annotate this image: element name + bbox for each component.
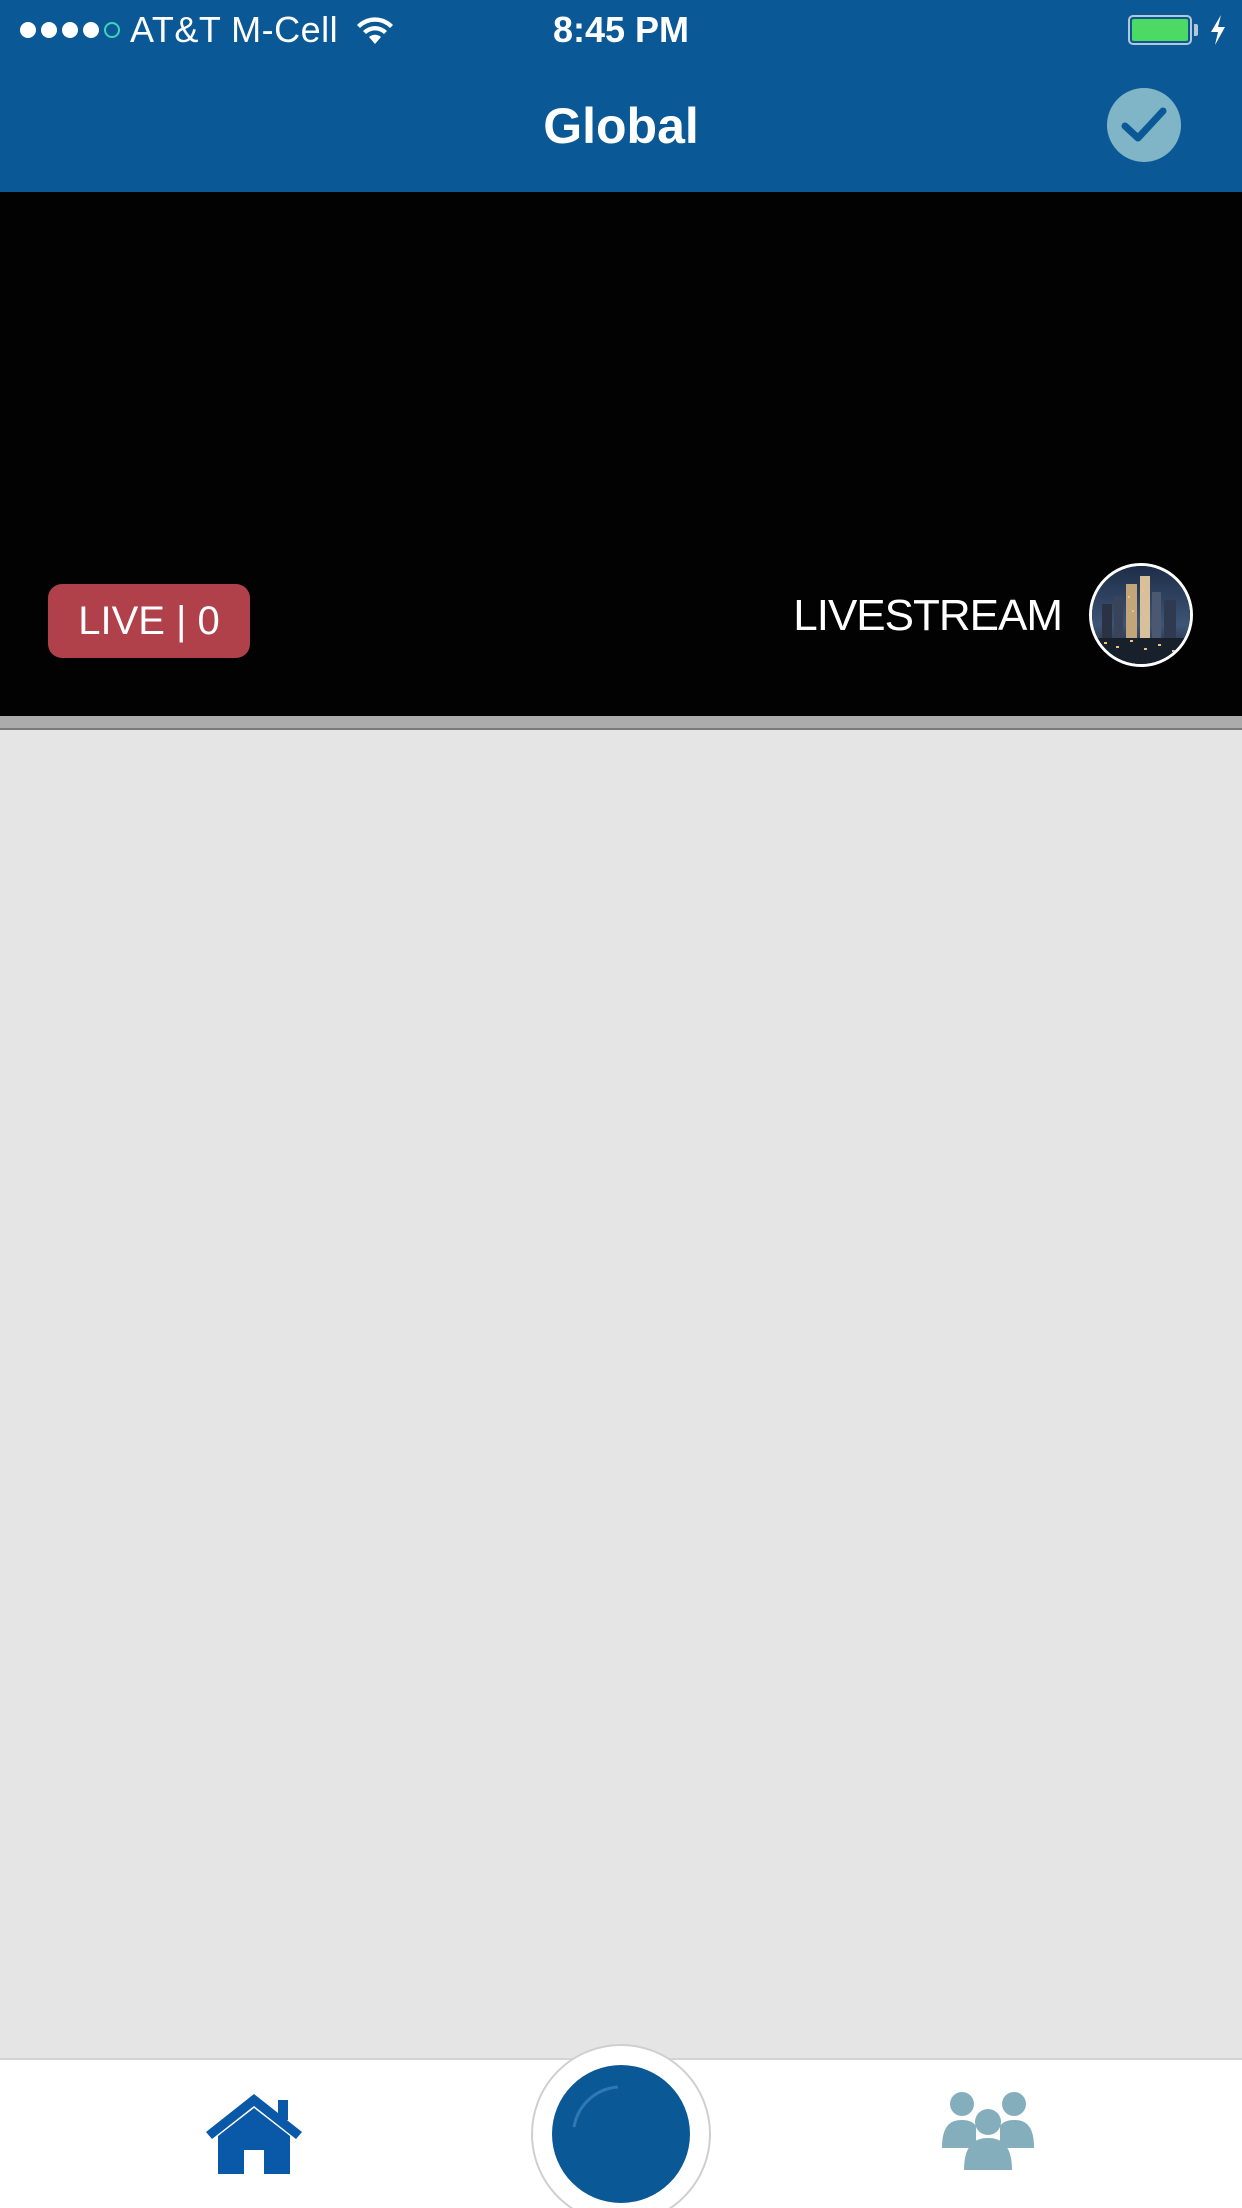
record-button[interactable] bbox=[531, 2044, 711, 2208]
people-icon bbox=[942, 2092, 1034, 2170]
video-divider bbox=[0, 716, 1242, 730]
content-area bbox=[0, 732, 1242, 2058]
video-player[interactable]: LIVE | 0 LIVESTREAM bbox=[0, 192, 1242, 716]
live-viewer-badge: LIVE | 0 bbox=[48, 584, 250, 658]
battery-tip bbox=[1194, 24, 1198, 36]
app-header: AT&T M-Cell 8:45 PM Global bbox=[0, 0, 1242, 192]
tab-people[interactable] bbox=[940, 2090, 1036, 2170]
loading-spinner-icon bbox=[572, 2085, 619, 2128]
page-title: Global bbox=[543, 98, 699, 154]
home-icon bbox=[206, 2094, 302, 2174]
app-screen: AT&T M-Cell 8:45 PM Global LIVE | 0 LIVE… bbox=[0, 0, 1242, 2208]
tab-home[interactable] bbox=[204, 2092, 304, 2176]
channel-avatar[interactable] bbox=[1089, 563, 1193, 667]
battery-icon bbox=[1128, 15, 1192, 45]
charging-bolt-icon bbox=[1211, 15, 1225, 45]
status-time: 8:45 PM bbox=[552, 9, 690, 50]
city-skyline-thumbnail bbox=[1092, 566, 1190, 664]
record-button-core bbox=[552, 2065, 690, 2203]
stream-title: LIVESTREAM bbox=[793, 591, 1063, 640]
confirm-button[interactable] bbox=[1107, 88, 1181, 162]
checkmark-icon bbox=[1121, 107, 1167, 142]
status-bar: AT&T M-Cell 8:45 PM bbox=[0, 0, 1242, 60]
